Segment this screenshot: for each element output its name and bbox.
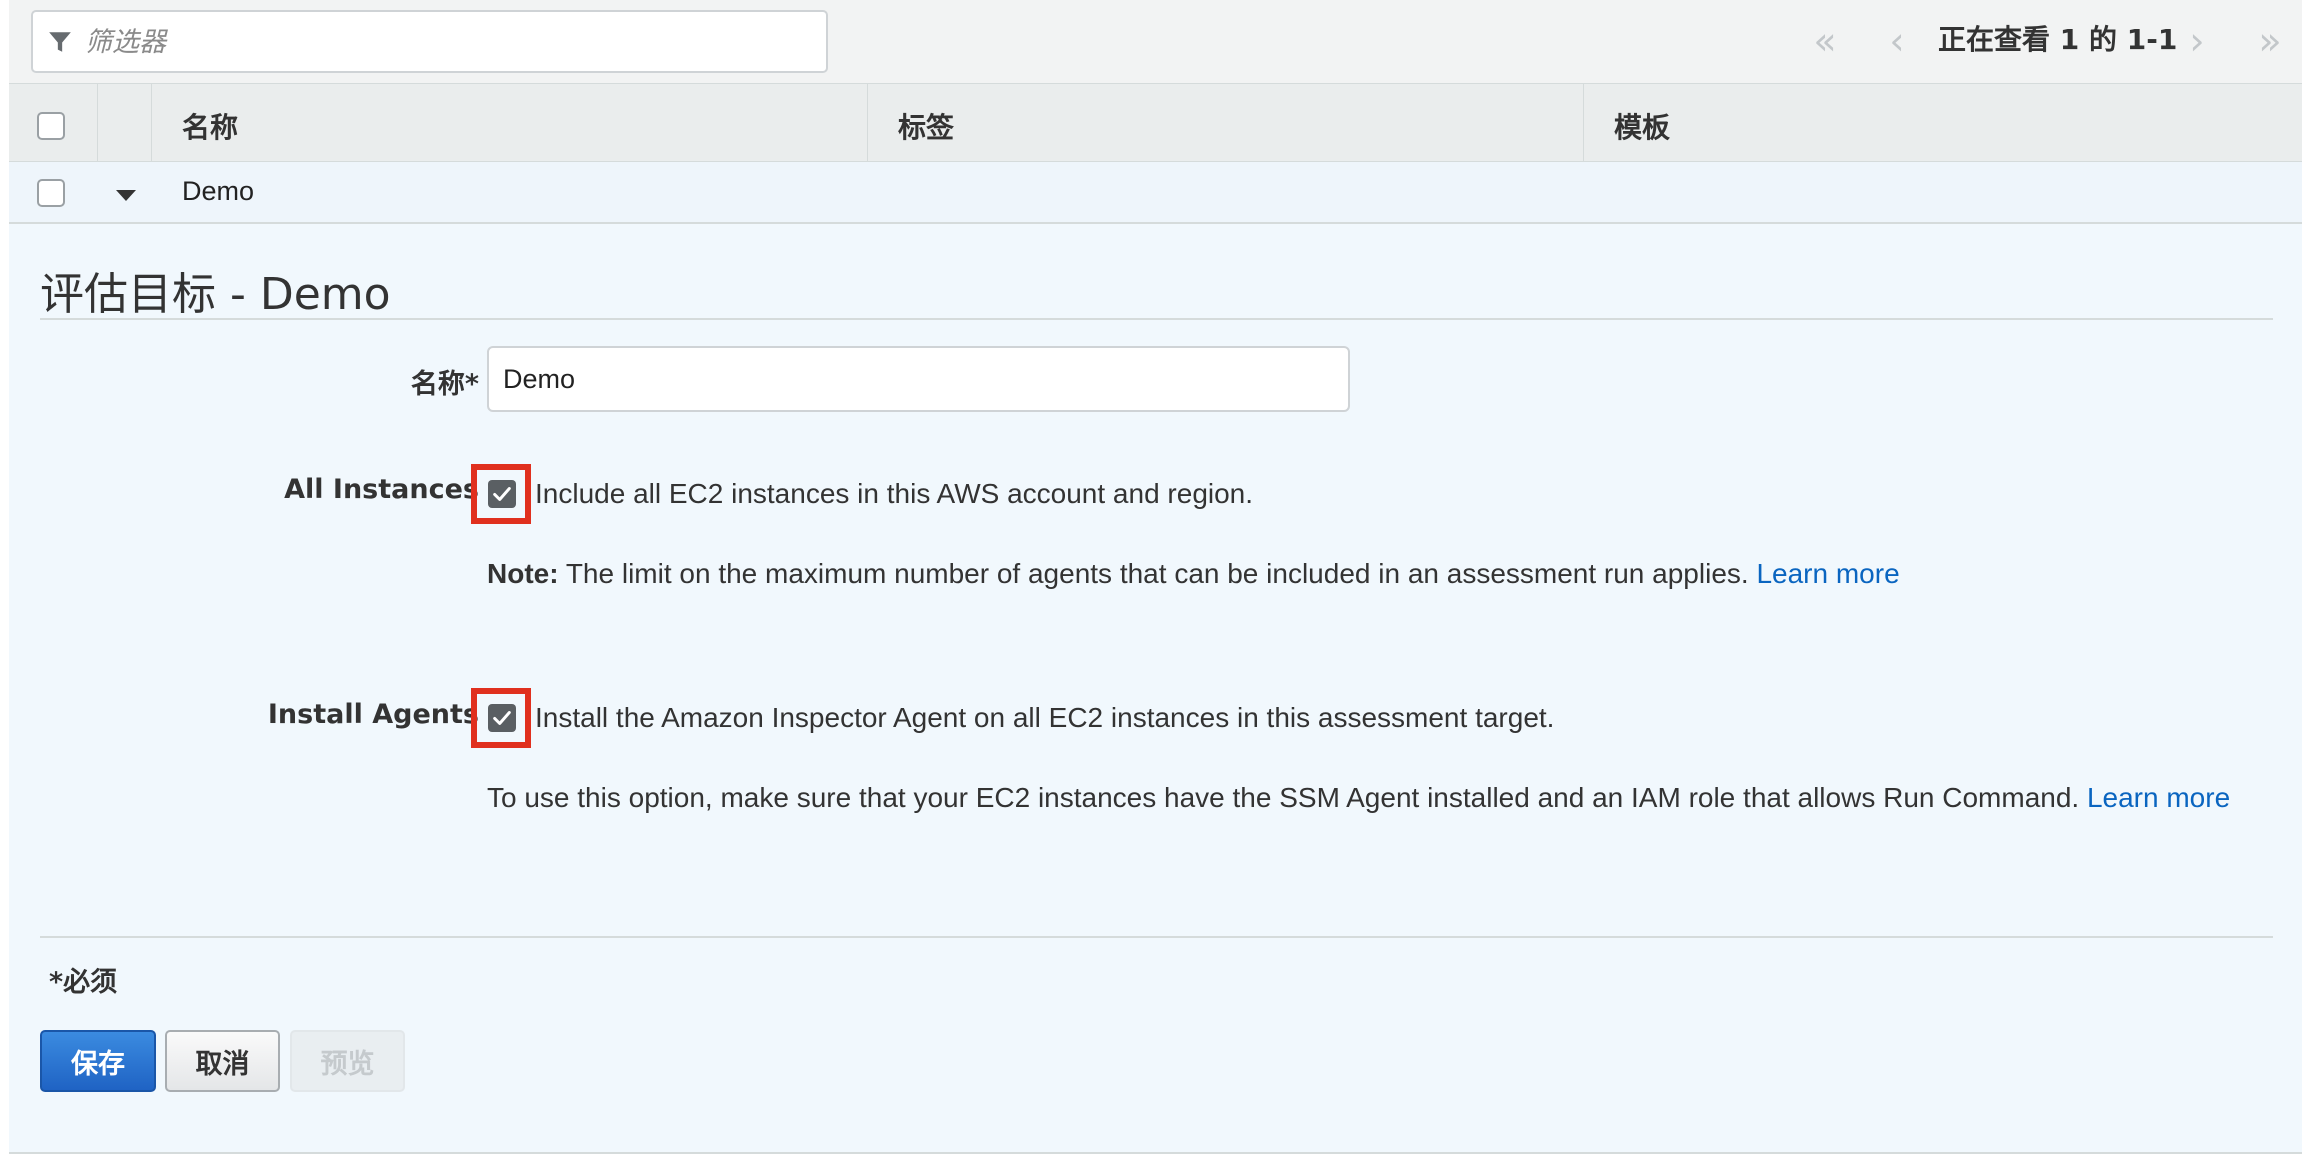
name-label: 名称* [410,369,479,400]
toolbar: « ‹ 正在查看 1 的 1-1 › » [9,0,2302,84]
pagination-status: 正在查看 1 的 1-1 [1938,23,2178,56]
expand-column [98,84,152,162]
select-all-checkbox[interactable] [37,112,65,140]
column-header-template[interactable]: 模板 [1584,84,2302,162]
save-button[interactable]: 保存 [40,1030,156,1092]
divider [40,318,2273,320]
filter-input[interactable] [85,18,815,66]
install-agents-label: Install Agents [267,699,479,730]
name-input[interactable] [487,346,1350,412]
all-instances-label: All Instances [284,474,479,505]
note-text: The limit on the maximum number of agent… [558,558,1757,589]
column-header-template-label: 模板 [1614,111,1671,144]
install-agents-description: Install the Amazon Inspector Agent on al… [535,702,1555,733]
checkmark-icon [493,711,511,725]
divider [40,936,2273,938]
learn-more-link[interactable]: Learn more [1756,558,1899,589]
table-header: 名称 标签 模板 [9,84,2302,162]
filter-box[interactable] [31,10,828,73]
preview-button[interactable]: 预览 [290,1030,405,1092]
all-instances-note: Note: The limit on the maximum number of… [487,558,1900,590]
table-row[interactable]: Demo [9,162,2302,224]
learn-more-link[interactable]: Learn more [2087,782,2230,813]
required-note: *必须 [49,967,118,998]
column-header-tags-label: 标签 [898,111,955,144]
previous-page-button[interactable]: ‹ [1862,6,1932,76]
page-title: 评估目标 - Demo [40,269,391,320]
note-text: To use this option, make sure that your … [487,782,2087,813]
row-checkbox[interactable] [37,179,65,207]
note-prefix: Note: [487,558,559,589]
column-header-tags[interactable]: 标签 [868,84,1584,162]
checkmark-icon [493,487,511,501]
first-page-button[interactable]: « [1790,6,1860,76]
caret-down-icon[interactable] [116,190,136,201]
column-header-name[interactable]: 名称 [152,84,868,162]
install-agents-checkbox[interactable] [488,704,516,732]
all-instances-checkbox[interactable] [488,480,516,508]
cancel-button[interactable]: 取消 [165,1030,280,1092]
next-page-button[interactable]: › [2162,6,2232,76]
install-agents-note: To use this option, make sure that your … [487,782,2230,814]
last-page-button[interactable]: » [2235,6,2302,76]
column-header-name-label: 名称 [182,111,239,144]
assessment-target-detail: 评估目标 - Demo 名称* All Instances Include al… [9,224,2302,1154]
filter-icon [49,32,71,52]
row-name: Demo [182,176,255,206]
all-instances-description: Include all EC2 instances in this AWS ac… [535,478,1254,509]
select-all-column [9,84,98,162]
